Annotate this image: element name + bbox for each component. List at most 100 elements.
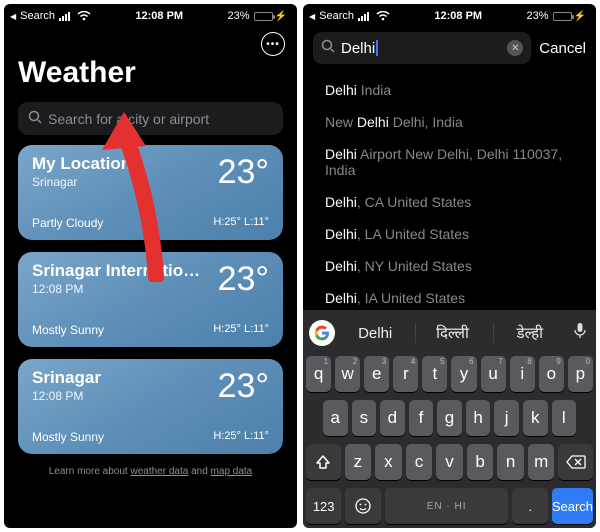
city-card[interactable]: Srinagar Internation… 12:08 PM 23° Mostl… bbox=[18, 252, 283, 347]
key-p[interactable]: p0 bbox=[568, 356, 593, 392]
suggestion[interactable]: डेल्ही bbox=[493, 323, 566, 343]
temperature: 23° bbox=[218, 155, 269, 189]
status-bar: ◀ Search 12:08 PM 23% ⚡ bbox=[4, 4, 297, 24]
city-subtitle: Srinagar bbox=[32, 175, 131, 189]
city-name: My Location bbox=[32, 155, 131, 174]
key-w[interactable]: w2 bbox=[335, 356, 360, 392]
city-name: Srinagar Internation… bbox=[32, 262, 202, 281]
condition: Partly Cloudy bbox=[32, 216, 103, 230]
weather-list-screen: ◀ Search 12:08 PM 23% ⚡ ••• Weather Sear… bbox=[4, 4, 297, 528]
key-l[interactable]: l bbox=[552, 400, 577, 436]
key-x[interactable]: x bbox=[375, 444, 402, 480]
city-subtitle: 12:08 PM bbox=[32, 389, 101, 403]
search-query: Delhi bbox=[341, 40, 378, 57]
search-input[interactable]: Delhi ✕ bbox=[313, 32, 531, 64]
key-r[interactable]: r4 bbox=[393, 356, 418, 392]
back-label[interactable]: Search bbox=[319, 10, 354, 22]
cancel-button[interactable]: Cancel bbox=[539, 40, 586, 57]
key-a[interactable]: a bbox=[323, 400, 348, 436]
key-z[interactable]: z bbox=[345, 444, 372, 480]
suggestion[interactable]: Delhi bbox=[339, 325, 411, 342]
city-card[interactable]: Srinagar 12:08 PM 23° Mostly Sunny H:25°… bbox=[18, 359, 283, 454]
weather-data-link[interactable]: weather data bbox=[130, 466, 188, 477]
key-n[interactable]: n bbox=[497, 444, 524, 480]
map-data-link[interactable]: map data bbox=[211, 466, 253, 477]
weather-search-screen: ◀ Search 12:08 PM 23% ⚡ Delhi ✕ Cancel bbox=[303, 4, 596, 528]
battery-pct: 23% bbox=[527, 10, 549, 22]
key-e[interactable]: e3 bbox=[364, 356, 389, 392]
clock: 12:08 PM bbox=[135, 10, 183, 22]
search-result[interactable]: Delhi Airport New Delhi, Delhi 110037, I… bbox=[303, 138, 596, 186]
key-f[interactable]: f bbox=[409, 400, 434, 436]
battery-icon bbox=[254, 12, 273, 21]
page-title: Weather bbox=[4, 56, 297, 90]
key-c[interactable]: c bbox=[406, 444, 433, 480]
charging-icon: ⚡ bbox=[275, 11, 287, 22]
back-caret-icon[interactable]: ◀ bbox=[10, 12, 16, 21]
period-key[interactable]: . bbox=[512, 488, 547, 524]
backspace-key[interactable] bbox=[558, 444, 593, 480]
city-card[interactable]: My Location Srinagar 23° Partly Cloudy H… bbox=[18, 145, 283, 240]
key-j[interactable]: j bbox=[494, 400, 519, 436]
shift-key[interactable] bbox=[306, 444, 341, 480]
battery-icon bbox=[553, 12, 572, 21]
search-result[interactable]: Delhi India bbox=[303, 74, 596, 106]
keyboard-row: asdfghjkl bbox=[303, 396, 596, 440]
emoji-key[interactable] bbox=[345, 488, 380, 524]
high-low: H:25° L:11° bbox=[213, 430, 269, 442]
footer-learn-more: Learn more about weather data and map da… bbox=[4, 466, 297, 477]
search-result[interactable]: Delhi, CA United States bbox=[303, 186, 596, 218]
numbers-key[interactable]: 123 bbox=[306, 488, 341, 524]
key-d[interactable]: d bbox=[380, 400, 405, 436]
suggestion-bar: Delhi दिल्ली डेल्ही bbox=[303, 314, 596, 352]
keyboard-row: 123 EN · HI . Search bbox=[303, 484, 596, 528]
key-t[interactable]: t5 bbox=[422, 356, 447, 392]
signal-icon bbox=[358, 12, 372, 21]
key-g[interactable]: g bbox=[437, 400, 462, 436]
clear-icon[interactable]: ✕ bbox=[507, 40, 523, 56]
ellipsis-icon: ••• bbox=[266, 39, 280, 50]
key-v[interactable]: v bbox=[436, 444, 463, 480]
mic-icon[interactable] bbox=[570, 323, 590, 344]
search-result[interactable]: Delhi, NY United States bbox=[303, 250, 596, 282]
suggestion[interactable]: दिल्ली bbox=[415, 323, 488, 343]
more-button[interactable]: ••• bbox=[261, 32, 285, 56]
high-low: H:25° L:11° bbox=[213, 323, 269, 335]
google-icon[interactable] bbox=[309, 320, 335, 346]
key-b[interactable]: b bbox=[467, 444, 494, 480]
key-h[interactable]: h bbox=[466, 400, 491, 436]
search-icon bbox=[28, 110, 42, 127]
key-i[interactable]: i8 bbox=[510, 356, 535, 392]
key-k[interactable]: k bbox=[523, 400, 548, 436]
search-result[interactable]: New Delhi Delhi, India bbox=[303, 106, 596, 138]
key-s[interactable]: s bbox=[352, 400, 377, 436]
status-bar: ◀ Search 12:08 PM 23% ⚡ bbox=[303, 4, 596, 24]
condition: Mostly Sunny bbox=[32, 323, 104, 337]
wifi-icon bbox=[77, 11, 91, 21]
key-u[interactable]: u7 bbox=[481, 356, 506, 392]
temperature: 23° bbox=[218, 262, 269, 296]
search-icon bbox=[321, 39, 335, 58]
wifi-icon bbox=[376, 11, 390, 21]
city-subtitle: 12:08 PM bbox=[32, 282, 202, 296]
keyboard-row: q1w2e3r4t5y6u7i8o9p0 bbox=[303, 352, 596, 396]
charging-icon: ⚡ bbox=[574, 11, 586, 22]
back-caret-icon[interactable]: ◀ bbox=[309, 12, 315, 21]
condition: Mostly Sunny bbox=[32, 430, 104, 444]
key-q[interactable]: q1 bbox=[306, 356, 331, 392]
key-m[interactable]: m bbox=[528, 444, 555, 480]
search-key[interactable]: Search bbox=[552, 488, 593, 524]
search-input[interactable]: Search for a city or airport bbox=[18, 102, 283, 135]
clock: 12:08 PM bbox=[434, 10, 482, 22]
search-result[interactable]: Delhi, LA United States bbox=[303, 218, 596, 250]
key-o[interactable]: o9 bbox=[539, 356, 564, 392]
city-name: Srinagar bbox=[32, 369, 101, 388]
key-y[interactable]: y6 bbox=[451, 356, 476, 392]
spacebar[interactable]: EN · HI bbox=[385, 488, 509, 524]
high-low: H:25° L:11° bbox=[213, 216, 269, 228]
temperature: 23° bbox=[218, 369, 269, 403]
battery-pct: 23% bbox=[228, 10, 250, 22]
back-label[interactable]: Search bbox=[20, 10, 55, 22]
keyboard: Delhi दिल्ली डेल्ही q1w2e3r4t5y6u7i8o9p0… bbox=[303, 310, 596, 528]
search-placeholder: Search for a city or airport bbox=[48, 111, 209, 127]
